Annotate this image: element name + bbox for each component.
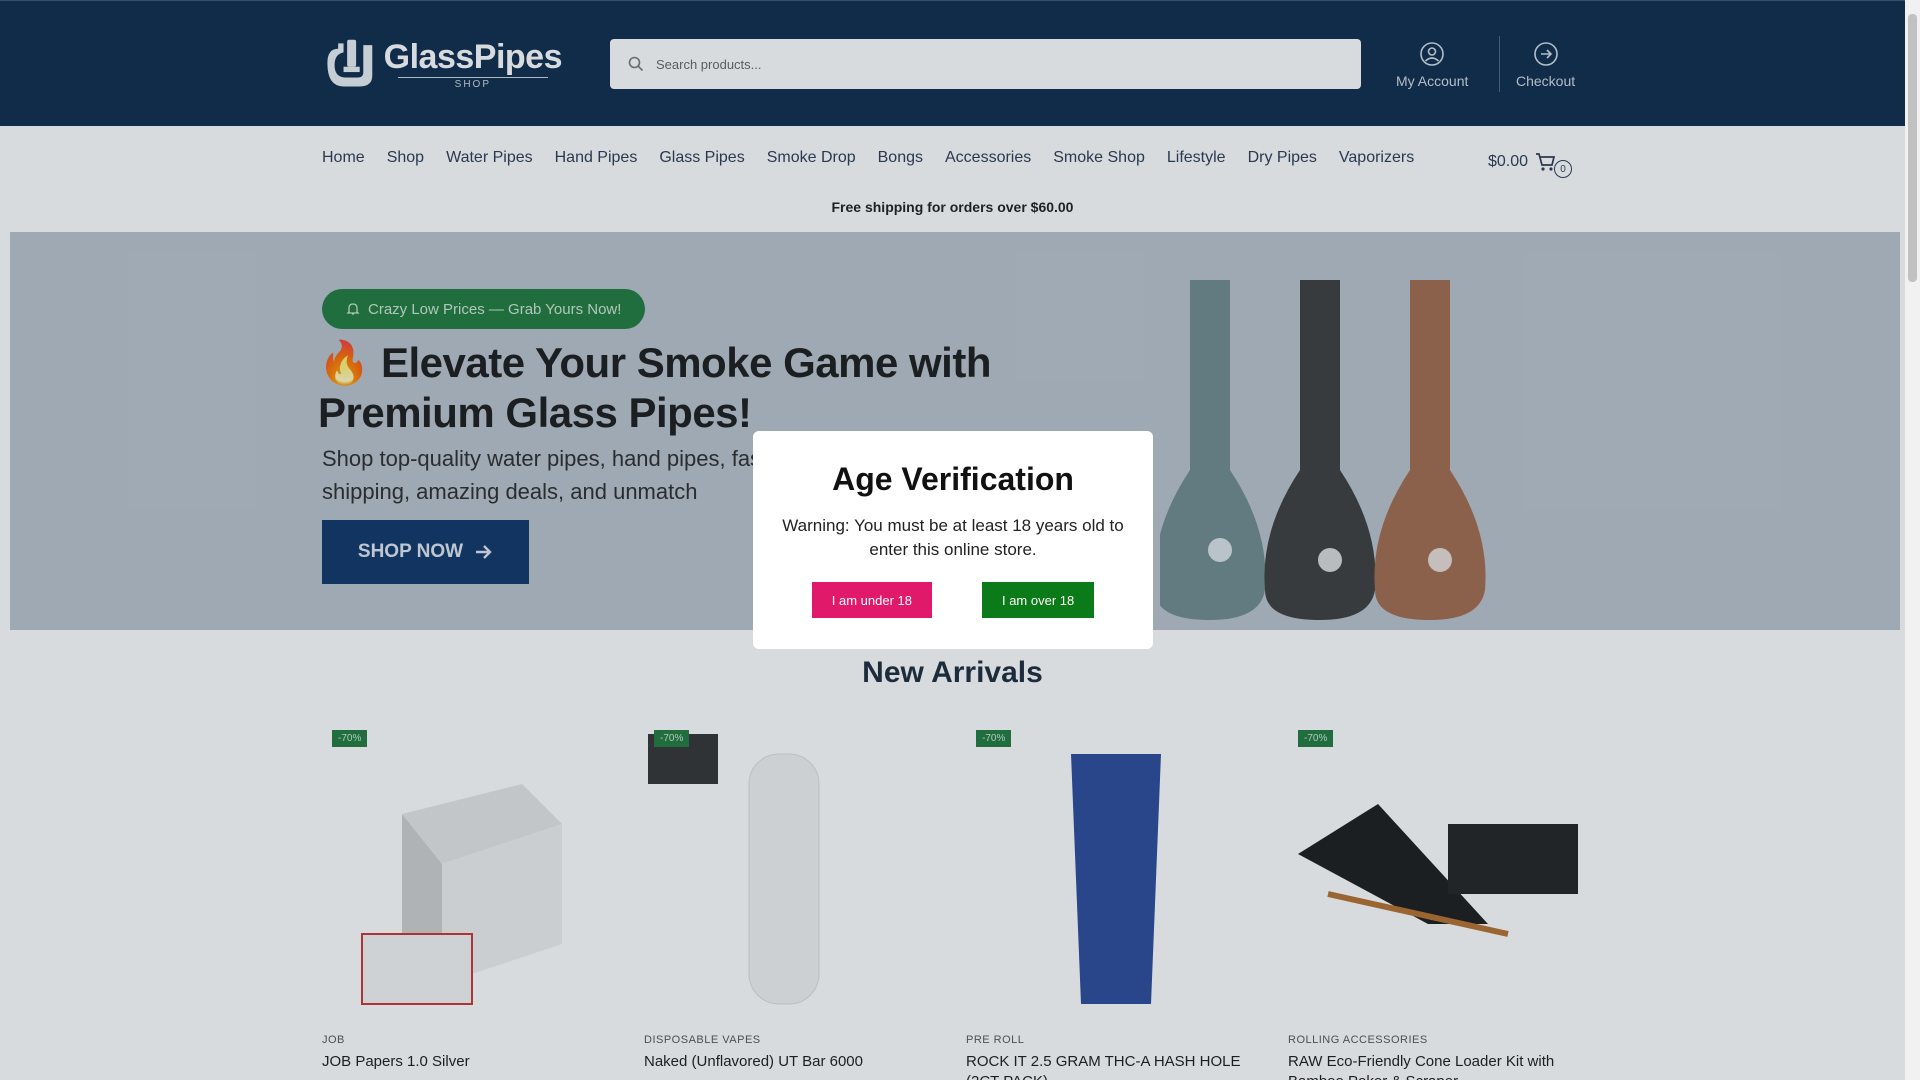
age-verification-dialog: Age Verification Warning: You must be at… — [753, 431, 1153, 649]
scrollbar[interactable] — [1905, 0, 1920, 1080]
modal-message: Warning: You must be at least 18 years o… — [782, 516, 1124, 559]
under-18-button[interactable]: I am under 18 — [811, 582, 932, 618]
modal-actions: I am under 18 I am over 18 — [753, 582, 1153, 618]
scrollbar-thumb[interactable] — [1908, 14, 1917, 282]
modal-title: Age Verification — [832, 461, 1074, 497]
over-18-button[interactable]: I am over 18 — [981, 582, 1095, 618]
